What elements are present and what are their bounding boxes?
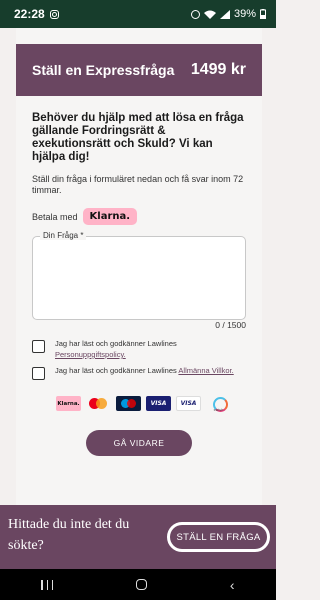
card-body: Behöver du hjälp med att lösa en fråga g…	[32, 112, 246, 225]
privacy-consent-text: Jag har läst och godkänner Lawlines Pers…	[55, 338, 235, 360]
ask-question-button[interactable]: STÄLL EN FRÅGA	[167, 522, 270, 552]
visa-icon: VISA	[146, 396, 171, 411]
klarna-logo: Klarna.	[82, 208, 138, 225]
subtext: Ställ din fråga i formuläret nedan och f…	[32, 174, 244, 195]
continue-button[interactable]: GÅ VIDARE	[86, 430, 192, 456]
question-label: Din Fråga *	[40, 231, 87, 240]
card-title: Ställ en Expressfråga	[32, 62, 175, 78]
char-counter: 0 / 1500	[215, 320, 246, 330]
consent-privacy: Jag har läst och godkänner Lawlines Pers…	[32, 338, 235, 360]
klarna-icon: Klarna.	[56, 396, 81, 411]
headline: Behöver du hjälp med att lösa en fråga g…	[32, 112, 244, 163]
terms-link[interactable]: Allmänna Villkor.	[178, 366, 233, 375]
question-card: Ställ en Expressfråga 1499 kr Behöver du…	[16, 28, 262, 508]
battery-icon	[260, 9, 266, 19]
instagram-icon	[49, 9, 59, 19]
ask-question-label: STÄLL EN FRÅGA	[170, 525, 267, 549]
wifi-icon	[203, 10, 216, 19]
privacy-policy-link[interactable]: Personuppgiftspolicy.	[55, 350, 126, 359]
consent-terms: Jag har läst och godkänner Lawlines Allm…	[32, 365, 235, 380]
terms-consent-label: Jag har läst och godkänner Lawlines	[55, 366, 177, 375]
mastercard-icon	[86, 396, 111, 411]
terms-checkbox[interactable]	[32, 367, 45, 380]
battery-percent: 39%	[233, 8, 256, 20]
home-icon[interactable]	[136, 579, 148, 590]
bottom-banner: Hittade du inte det du sökte? STÄLL EN F…	[0, 505, 276, 569]
alarm-icon	[190, 9, 200, 19]
swish-label: swish	[213, 408, 224, 412]
question-field: Din Fråga *	[32, 231, 246, 320]
privacy-checkbox[interactable]	[32, 340, 45, 353]
swish-icon: swish	[206, 396, 231, 412]
pay-with-row: Betala med Klarna.	[32, 208, 246, 225]
recent-apps-icon[interactable]	[41, 579, 54, 590]
card-price: 1499 kr	[190, 61, 246, 78]
pay-with-label: Betala med	[32, 211, 78, 222]
status-time: 22:28	[14, 7, 45, 21]
visa-electron-icon: VISA	[176, 396, 201, 411]
back-icon[interactable]: ‹	[230, 578, 235, 592]
terms-consent-text: Jag har läst och godkänner Lawlines Allm…	[55, 365, 235, 376]
payment-methods: Klarna. VISA VISA swish	[56, 396, 231, 412]
question-textarea[interactable]	[32, 236, 246, 320]
status-bar: 22:28 39%	[0, 0, 276, 28]
signal-icon	[219, 9, 230, 19]
privacy-consent-label: Jag har läst och godkänner Lawlines	[55, 339, 177, 348]
system-nav-bar: ‹	[0, 569, 276, 600]
card-header: Ställ en Expressfråga 1499 kr	[16, 44, 262, 96]
maestro-icon	[116, 396, 141, 411]
banner-text: Hittade du inte det du sökte?	[8, 517, 130, 553]
